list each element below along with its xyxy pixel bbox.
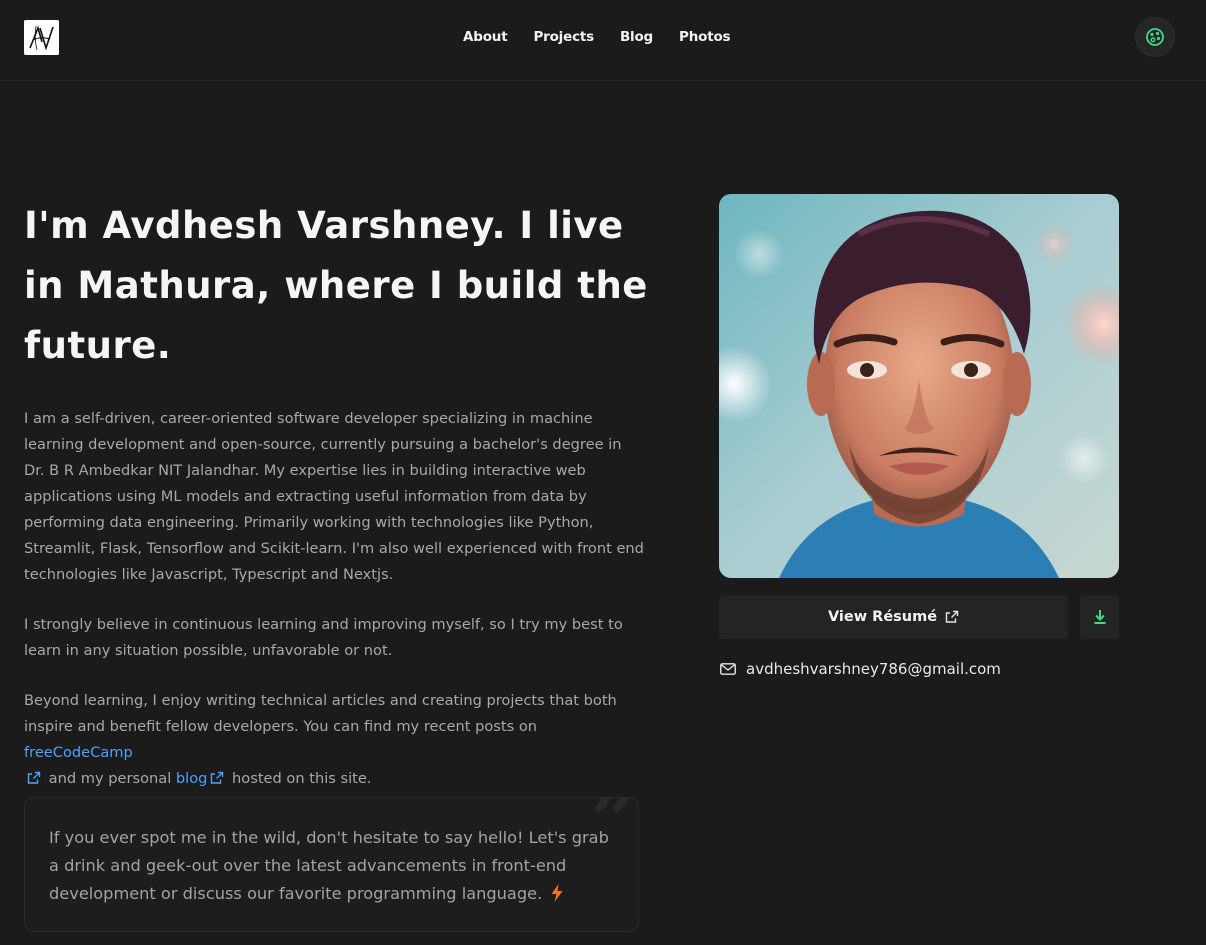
- nav-about[interactable]: About: [450, 26, 520, 48]
- email-address[interactable]: avdheshvarshney786@gmail.com: [746, 660, 1001, 678]
- bio-text: hosted on this site.: [227, 770, 372, 787]
- monogram-logo-icon: [24, 20, 59, 55]
- nav-blog[interactable]: Blog: [607, 26, 666, 48]
- bio-paragraph-1: I am a self-driven, career-oriented soft…: [24, 410, 644, 583]
- email-contact[interactable]: avdheshvarshney786@gmail.com: [720, 658, 1001, 680]
- greeting-message: If you ever spot me in the wild, don't h…: [49, 828, 609, 903]
- bio-text: Beyond learning, I enjoy writing technic…: [24, 692, 617, 735]
- greeting-text: If you ever spot me in the wild, don't h…: [49, 824, 614, 911]
- blog-link[interactable]: blog: [176, 770, 208, 787]
- nav-projects[interactable]: Projects: [520, 26, 607, 48]
- bio-paragraph-3: Beyond learning, I enjoy writing technic…: [24, 688, 644, 792]
- main-nav: About Projects Blog Photos: [450, 26, 743, 48]
- bio-text: and my personal: [44, 770, 176, 787]
- bio-section: I am a self-driven, career-oriented soft…: [24, 406, 644, 816]
- freecodecamp-link[interactable]: freeCodeCamp: [24, 744, 133, 761]
- external-link-icon[interactable]: [27, 771, 41, 785]
- profile-photo: [719, 194, 1119, 578]
- portrait-illustration: [719, 194, 1119, 578]
- mail-icon: [720, 663, 736, 675]
- nav-photos[interactable]: Photos: [666, 26, 743, 48]
- view-resume-button[interactable]: View Résumé: [719, 595, 1068, 639]
- external-link-icon: [945, 610, 959, 623]
- lightning-icon: [551, 883, 563, 911]
- site-header: About Projects Blog Photos: [0, 0, 1206, 81]
- external-link-icon[interactable]: [210, 771, 224, 785]
- theme-toggle-button[interactable]: [1135, 17, 1175, 57]
- bio-paragraph-2: I strongly believe in continuous learnin…: [24, 616, 623, 659]
- page-title: I'm Avdhesh Varshney. I live in Mathura,…: [24, 204, 648, 367]
- site-logo[interactable]: [24, 20, 59, 55]
- greeting-card: ” If you ever spot me in the wild, don't…: [24, 797, 639, 932]
- palette-icon: [1146, 28, 1164, 46]
- download-resume-button[interactable]: [1080, 595, 1119, 639]
- download-icon: [1094, 610, 1105, 624]
- resume-label: View Résumé: [827, 609, 938, 625]
